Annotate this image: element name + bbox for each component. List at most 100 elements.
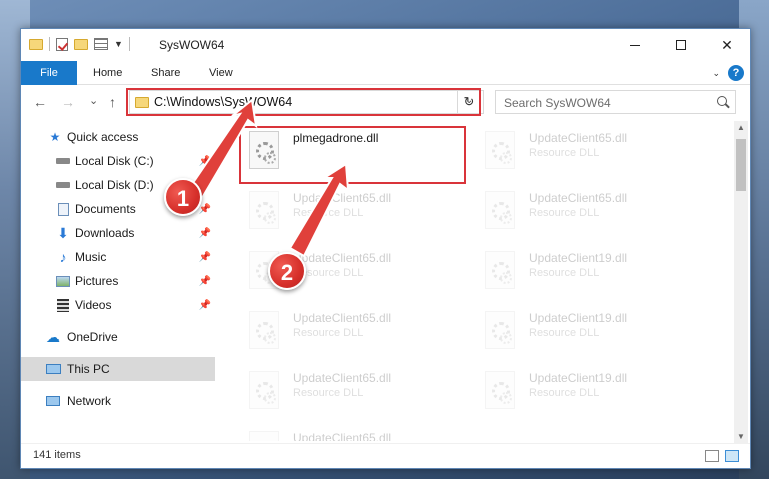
file-type: Resource DLL <box>293 327 364 339</box>
file-item[interactable]: UpdateClient65.dll Resource DLL <box>481 127 711 175</box>
help-icon[interactable]: ? <box>728 65 744 81</box>
scroll-thumb[interactable] <box>736 139 746 191</box>
sidebar-item-downloads[interactable]: ⬇ Downloads 📌 <box>21 221 215 245</box>
up-arrow-icon[interactable]: ↑ <box>109 94 116 110</box>
dll-file-icon <box>249 431 279 441</box>
minimize-icon <box>630 44 640 46</box>
minimize-button[interactable] <box>612 29 658 61</box>
scroll-up-icon[interactable]: ▲ <box>737 123 745 132</box>
music-icon: ♪ <box>59 249 67 265</box>
tab-file[interactable]: File <box>21 61 77 85</box>
file-name: UpdateClient19.dll <box>529 251 628 265</box>
file-item[interactable]: UpdateClient65.dll Resource DLL <box>245 427 475 441</box>
dll-file-icon <box>249 311 279 349</box>
tab-share[interactable]: Share <box>139 61 192 85</box>
pin-icon[interactable]: 📌 <box>199 276 211 287</box>
drive-icon <box>55 178 71 192</box>
close-button[interactable]: ✕ <box>704 29 750 61</box>
new-folder-icon[interactable] <box>74 38 88 50</box>
file-item[interactable]: UpdateClient65.dll Resource DLL <box>481 187 711 235</box>
sidebar-item-music[interactable]: ♪ Music 📌 <box>21 245 215 269</box>
sidebar-item-label: OneDrive <box>67 330 118 344</box>
file-type: Resource DLL <box>529 387 600 399</box>
file-name: UpdateClient65.dll <box>293 431 392 441</box>
forward-arrow-icon[interactable]: → <box>61 94 75 110</box>
videos-icon <box>55 298 71 312</box>
dll-file-icon <box>485 131 515 169</box>
back-arrow-icon[interactable]: ← <box>33 94 47 110</box>
ribbon: File Home Share View ⌄ ? <box>21 61 750 85</box>
maximize-icon <box>676 40 686 50</box>
step1-badge: 1 <box>164 178 202 216</box>
drive-icon <box>55 154 71 168</box>
pin-icon[interactable]: 📌 <box>199 228 211 239</box>
properties-list-icon[interactable] <box>94 38 108 50</box>
tab-view[interactable]: View <box>197 61 245 85</box>
sidebar-item-label: This PC <box>67 362 110 376</box>
file-type: Resource DLL <box>293 387 364 399</box>
step2-arrow <box>288 164 350 258</box>
sidebar-item-label: Local Disk (D:) <box>75 178 154 192</box>
sidebar-item-network[interactable]: Network <box>21 389 215 413</box>
file-name: UpdateClient65.dll <box>529 131 628 145</box>
sidebar-item-label: Videos <box>75 298 112 312</box>
dll-file-icon <box>485 311 515 349</box>
details-view-icon[interactable] <box>705 450 719 462</box>
title-bar: ▼ SysWOW64 ✕ <box>21 29 750 61</box>
expand-ribbon-icon[interactable]: ⌄ <box>712 68 720 79</box>
sidebar-item-onedrive[interactable]: ☁ OneDrive <box>21 325 215 349</box>
sidebar-item-label: Downloads <box>75 226 135 240</box>
sidebar-item-videos[interactable]: Videos 📌 <box>21 293 215 317</box>
scroll-down-icon[interactable]: ▼ <box>737 432 745 441</box>
file-item[interactable]: UpdateClient19.dll Resource DLL <box>481 307 711 355</box>
pin-icon[interactable]: 📌 <box>199 252 211 263</box>
sidebar-item-label: Music <box>75 250 107 264</box>
large-icons-view-icon[interactable] <box>725 450 739 462</box>
star-icon: ★ <box>49 130 61 144</box>
sidebar-item-label: Local Disk (C:) <box>75 154 154 168</box>
sidebar-item-pictures[interactable]: Pictures 📌 <box>21 269 215 293</box>
download-icon: ⬇ <box>57 224 69 241</box>
documents-icon <box>55 202 71 216</box>
file-item[interactable]: UpdateClient65.dll Resource DLL <box>245 367 475 415</box>
dll-file-icon <box>485 371 515 409</box>
computer-icon <box>45 362 61 376</box>
sidebar-item-label: Pictures <box>75 274 119 288</box>
vertical-scrollbar[interactable]: ▲ ▼ <box>734 121 748 443</box>
toolbar-divider <box>49 37 50 51</box>
network-icon <box>45 394 61 408</box>
search-icon <box>717 96 727 106</box>
dll-file-icon <box>249 371 279 409</box>
dll-file-icon <box>485 191 515 229</box>
quick-access-toolbar: ▼ <box>29 37 130 51</box>
sidebar-item-label: Quick access <box>67 130 139 144</box>
sidebar-item-label: Network <box>67 394 112 408</box>
file-name: UpdateClient65.dll <box>293 311 392 325</box>
toolbar-divider <box>128 37 130 51</box>
search-input[interactable]: Search SysWOW64 <box>495 90 736 114</box>
file-name: UpdateClient19.dll <box>529 371 628 385</box>
pictures-icon <box>55 274 71 288</box>
recent-locations-icon[interactable]: ⌄ <box>89 94 98 107</box>
file-item[interactable]: UpdateClient65.dll Resource DLL <box>245 307 475 355</box>
ribbon-controls: ⌄ ? <box>712 65 744 81</box>
file-item[interactable]: UpdateClient19.dll Resource DLL <box>481 247 711 295</box>
sidebar-item-this-pc[interactable]: This PC <box>21 357 215 381</box>
folder-icon <box>29 38 43 50</box>
file-name: UpdateClient65.dll <box>529 191 628 205</box>
step2-badge: 2 <box>268 252 306 290</box>
chevron-down-icon[interactable]: ▼ <box>114 39 123 49</box>
file-type: Resource DLL <box>529 267 600 279</box>
status-bar: 141 items <box>21 443 750 469</box>
dll-file-icon <box>485 251 515 289</box>
file-item[interactable]: UpdateClient19.dll Resource DLL <box>481 367 711 415</box>
item-count: 141 items <box>33 449 81 461</box>
file-type: Resource DLL <box>529 207 600 219</box>
file-type: Resource DLL <box>529 147 600 159</box>
arrow-shape <box>288 164 350 258</box>
properties-check-icon[interactable] <box>56 37 68 51</box>
maximize-button[interactable] <box>658 29 704 61</box>
tab-home[interactable]: Home <box>81 61 134 85</box>
sidebar-item-label: Documents <box>75 202 136 216</box>
pin-icon[interactable]: 📌 <box>199 300 211 311</box>
